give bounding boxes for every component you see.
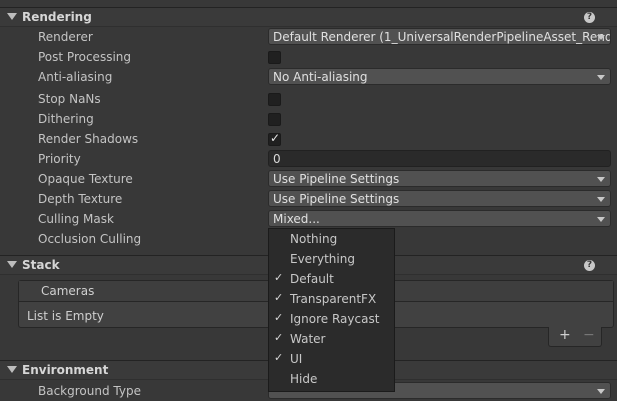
checkmark-icon: ✓	[274, 331, 284, 344]
depth-texture-dropdown[interactable]: Use Pipeline Settings	[268, 190, 611, 207]
post-processing-label: Post Processing	[38, 50, 131, 64]
opaque-texture-value: Use Pipeline Settings	[273, 172, 400, 186]
depth-texture-value: Use Pipeline Settings	[273, 192, 400, 206]
environment-title: Environment	[22, 363, 109, 377]
renderer-label: Renderer	[38, 30, 93, 44]
priority-label: Priority	[38, 152, 81, 166]
expand-triangle-icon[interactable]	[7, 261, 17, 268]
culling-mask-row: Culling Mask Mixed...	[0, 209, 617, 229]
list-footer-buttons: + −	[548, 327, 602, 347]
popup-item-label: Hide	[290, 372, 318, 386]
post-processing-row: Post Processing	[0, 47, 617, 67]
help-icon[interactable]: ?	[584, 260, 595, 271]
stack-title: Stack	[22, 258, 60, 272]
popup-item-label: TransparentFX	[290, 292, 377, 306]
popup-item-label: UI	[290, 352, 303, 366]
culling-mask-popup: Nothing Everything ✓ Default ✓ Transpare…	[268, 228, 395, 392]
chevron-down-icon	[597, 217, 605, 222]
occlusion-culling-label: Occlusion Culling	[38, 232, 142, 246]
culling-mask-label: Culling Mask	[38, 212, 114, 226]
opaque-texture-dropdown[interactable]: Use Pipeline Settings	[268, 170, 611, 187]
anti-aliasing-dropdown[interactable]: No Anti-aliasing	[268, 68, 611, 85]
dithering-label: Dithering	[38, 112, 94, 126]
priority-value: 0	[273, 152, 281, 166]
dithering-row: Dithering	[0, 109, 617, 129]
popup-item-ignore-raycast[interactable]: ✓ Ignore Raycast	[269, 309, 394, 329]
popup-item-label: Everything	[290, 252, 355, 266]
dithering-checkbox[interactable]	[268, 113, 281, 126]
render-shadows-row: Render Shadows ✓	[0, 129, 617, 149]
depth-texture-row: Depth Texture Use Pipeline Settings	[0, 189, 617, 209]
opaque-texture-row: Opaque Texture Use Pipeline Settings	[0, 169, 617, 189]
popup-item-nothing[interactable]: Nothing	[269, 229, 394, 249]
background-type-label: Background Type	[38, 384, 141, 398]
render-shadows-label: Render Shadows	[38, 132, 139, 146]
checkmark-icon: ✓	[274, 351, 284, 364]
anti-aliasing-row: Anti-aliasing No Anti-aliasing	[0, 67, 617, 87]
cameras-header-label: Cameras	[41, 284, 95, 298]
popup-item-water[interactable]: ✓ Water	[269, 329, 394, 349]
popup-item-label: Water	[290, 332, 326, 346]
help-icon[interactable]: ?	[584, 12, 595, 23]
anti-aliasing-value: No Anti-aliasing	[273, 70, 368, 84]
anti-aliasing-label: Anti-aliasing	[38, 70, 113, 84]
priority-input[interactable]: 0	[268, 150, 611, 167]
chevron-down-icon	[597, 75, 605, 80]
culling-mask-dropdown[interactable]: Mixed...	[268, 210, 611, 227]
stop-nans-checkbox[interactable]	[268, 93, 281, 106]
popup-item-label: Ignore Raycast	[290, 312, 380, 326]
popup-item-label: Default	[290, 272, 334, 286]
rendering-section-header[interactable]: Rendering ?	[0, 7, 617, 27]
render-shadows-checkbox[interactable]: ✓	[268, 131, 281, 146]
popup-item-label: Nothing	[290, 232, 338, 246]
remove-camera-button[interactable]: −	[583, 327, 595, 343]
popup-item-hide[interactable]: Hide	[269, 369, 394, 389]
expand-triangle-icon[interactable]	[7, 366, 17, 373]
popup-item-default[interactable]: ✓ Default	[269, 269, 394, 289]
renderer-row: Renderer Default Renderer (1_UniversalRe…	[0, 27, 617, 47]
popup-item-ui[interactable]: ✓ UI	[269, 349, 394, 369]
rendering-title: Rendering	[22, 10, 92, 24]
stop-nans-label: Stop NaNs	[38, 92, 101, 106]
expand-triangle-icon[interactable]	[7, 13, 17, 20]
renderer-value: Default Renderer (1_UniversalRenderPipel…	[273, 30, 611, 44]
culling-mask-value: Mixed...	[273, 212, 320, 226]
chevron-down-icon	[597, 197, 605, 202]
post-processing-checkbox[interactable]	[268, 51, 281, 64]
depth-texture-label: Depth Texture	[38, 192, 123, 206]
checkmark-icon: ✓	[274, 291, 284, 304]
renderer-dropdown[interactable]: Default Renderer (1_UniversalRenderPipel…	[268, 28, 611, 45]
list-empty-text: List is Empty	[27, 309, 104, 323]
popup-item-everything[interactable]: Everything	[269, 249, 394, 269]
stop-nans-row: Stop NaNs	[0, 89, 617, 109]
checkmark-icon: ✓	[274, 311, 284, 324]
priority-row: Priority 0	[0, 149, 617, 169]
checkmark-icon: ✓	[270, 131, 281, 145]
popup-item-transparentfx[interactable]: ✓ TransparentFX	[269, 289, 394, 309]
checkmark-icon: ✓	[274, 271, 284, 284]
add-camera-button[interactable]: +	[559, 327, 571, 343]
chevron-down-icon	[597, 177, 605, 182]
chevron-down-icon	[597, 35, 605, 40]
opaque-texture-label: Opaque Texture	[38, 172, 133, 186]
